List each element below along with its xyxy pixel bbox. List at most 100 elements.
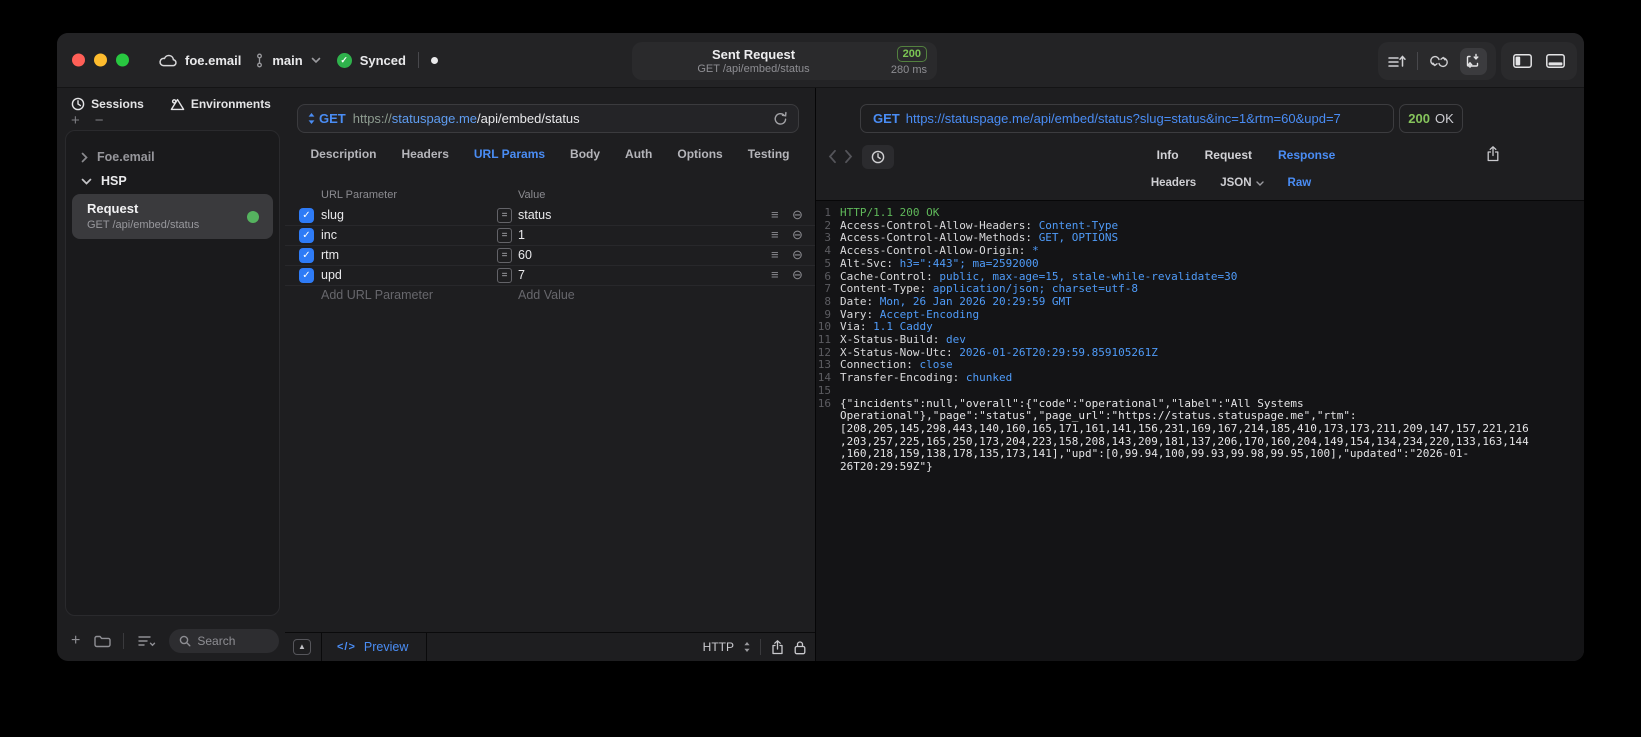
preview-button[interactable]: Preview [364, 640, 408, 654]
line-number: 1 [824, 206, 831, 219]
response-subtab-raw[interactable]: Raw [1288, 177, 1312, 189]
param-key[interactable]: rtm [321, 248, 339, 262]
request-tab-options[interactable]: Options [677, 147, 722, 161]
protocol-updown-icon[interactable] [744, 642, 750, 652]
tree-group-label: Foe.email [97, 150, 155, 164]
response-subtab-headers[interactable]: Headers [1151, 177, 1196, 189]
tab-sessions[interactable]: Sessions [71, 97, 144, 111]
resend-request-icon[interactable] [773, 111, 788, 126]
response-tab-response[interactable]: Response [1278, 148, 1335, 162]
response-subtab-json[interactable]: JSON [1220, 177, 1264, 189]
param-key[interactable]: inc [321, 228, 337, 242]
chevron-right-icon[interactable] [81, 152, 88, 163]
tab-environments[interactable]: Environments [170, 97, 271, 111]
window-controls [72, 53, 129, 67]
share-icon[interactable] [771, 639, 784, 655]
drag-handle-icon[interactable]: ≡ [771, 267, 779, 282]
branch-name[interactable]: main [272, 53, 302, 68]
request-tabs: Description Headers URL Params Body Auth Opti… [285, 147, 815, 161]
request-tab-auth[interactable]: Auth [625, 147, 652, 161]
request-tab-body[interactable]: Body [570, 147, 600, 161]
toggle-sidebar-icon[interactable] [1513, 54, 1532, 68]
request-status-pill[interactable]: Sent Request GET /api/embed/status 200 2… [632, 42, 937, 80]
equals-icon: = [497, 268, 512, 283]
response-raw-view[interactable]: 1 HTTP/1.1 200 OK 2 Access-Control-Allow-He… [816, 200, 1584, 661]
remove-row-icon[interactable]: ⊖ [792, 227, 803, 243]
minimize-window-button[interactable] [94, 53, 107, 67]
param-value[interactable]: 7 [518, 268, 525, 282]
lock-icon[interactable] [794, 640, 806, 655]
param-checkbox[interactable]: ✓ [299, 248, 314, 263]
param-checkbox[interactable]: ✓ [299, 208, 314, 223]
search-input[interactable]: Search [169, 629, 279, 653]
response-tab-info[interactable]: Info [1157, 148, 1179, 162]
param-key[interactable]: slug [321, 208, 344, 222]
request-tab-testing[interactable]: Testing [748, 147, 790, 161]
tab-sessions-label: Sessions [91, 97, 144, 111]
sync-check-icon: ✓ [336, 52, 352, 68]
request-pane: GET https://statuspage.me/api/embed/stat… [285, 88, 816, 661]
add-url-parameter[interactable]: Add URL Parameter [321, 288, 433, 302]
sync-status[interactable]: Synced [360, 53, 406, 68]
zoom-window-button[interactable] [116, 53, 129, 67]
request-url[interactable]: https://statuspage.me/api/embed/status [353, 111, 580, 126]
chevron-down-icon[interactable] [311, 57, 321, 64]
add-value[interactable]: Add Value [518, 288, 575, 302]
remove-row-icon[interactable]: ⊖ [792, 267, 803, 283]
protocol-selector[interactable]: HTTP [703, 640, 734, 654]
request-tab-url-params[interactable]: URL Params [474, 147, 545, 161]
sort-options-icon[interactable] [138, 635, 156, 647]
request-pane-footer: ▲ </> Preview HTTP [285, 632, 815, 661]
param-checkbox[interactable]: ✓ [299, 268, 314, 283]
request-method[interactable]: GET [319, 111, 346, 126]
sort-list-icon[interactable] [1387, 54, 1406, 69]
param-value[interactable]: 1 [518, 228, 525, 242]
new-request-button[interactable]: + [71, 633, 80, 649]
remove-row-icon[interactable]: ⊖ [792, 207, 803, 223]
sent-request-url[interactable]: GET https://statuspage.me/api/embed/stat… [860, 104, 1394, 133]
close-window-button[interactable] [72, 53, 85, 67]
sidebar-request-title: Request [87, 201, 139, 216]
param-value[interactable]: status [518, 208, 551, 222]
toggle-bottom-panel-icon[interactable] [1546, 54, 1565, 68]
url-host: statuspage.me [391, 111, 478, 126]
chevron-down-icon[interactable] [81, 178, 92, 185]
remove-item-button[interactable]: − [95, 113, 104, 128]
method-dropdown-icon[interactable] [308, 113, 315, 124]
column-header-value: Value [518, 189, 546, 201]
drag-handle-icon[interactable]: ≡ [771, 247, 779, 262]
request-status-metrics: 200 280 ms [891, 46, 927, 76]
param-value[interactable]: 60 [518, 248, 532, 262]
sidebar-request-subtitle: GET /api/embed/status [87, 219, 200, 231]
new-folder-icon[interactable] [94, 635, 112, 648]
request-url-bar[interactable]: GET https://statuspage.me/api/embed/stat… [297, 104, 799, 133]
line-number: 8 [824, 294, 831, 308]
footer-right-controls: HTTP [703, 639, 806, 655]
send-request-button[interactable] [1459, 47, 1487, 75]
remove-row-icon[interactable]: ⊖ [792, 247, 803, 263]
equals-icon: = [497, 228, 512, 243]
search-placeholder: Search [197, 634, 236, 648]
expand-panel-icon[interactable]: ▲ [293, 639, 311, 655]
response-tab-request[interactable]: Request [1205, 148, 1252, 162]
project-name[interactable]: foe.email [185, 53, 241, 68]
drag-handle-icon[interactable]: ≡ [771, 207, 779, 222]
request-tab-description[interactable]: Description [311, 147, 377, 161]
sidebar-item-request[interactable]: Request GET /api/embed/status [72, 194, 273, 239]
tree-group-foe-email[interactable]: Foe.email [66, 145, 279, 169]
param-row: ✓ inc = 1 ≡ ⊖ [285, 226, 815, 246]
search-icon [179, 635, 191, 647]
param-checkbox[interactable]: ✓ [299, 228, 314, 243]
compare-branches-icon[interactable] [1429, 54, 1449, 69]
export-response-icon[interactable] [1486, 146, 1500, 162]
param-key[interactable]: upd [321, 268, 342, 282]
request-tab-headers[interactable]: Headers [402, 147, 449, 161]
titlebar-actions [1378, 42, 1496, 80]
sessions-panel: Foe.email HSP Request GET /api/embed/sta… [65, 130, 280, 616]
tree-group-hsp[interactable]: HSP [66, 169, 279, 193]
app-window: foe.email main ✓ Synced Sent Request GET… [57, 33, 1584, 661]
add-item-button[interactable]: + [71, 113, 80, 128]
drag-handle-icon[interactable]: ≡ [771, 227, 779, 242]
sidebar: Sessions Environments + − Foe.email HSP … [57, 88, 285, 661]
line-number: 14 [817, 371, 831, 385]
